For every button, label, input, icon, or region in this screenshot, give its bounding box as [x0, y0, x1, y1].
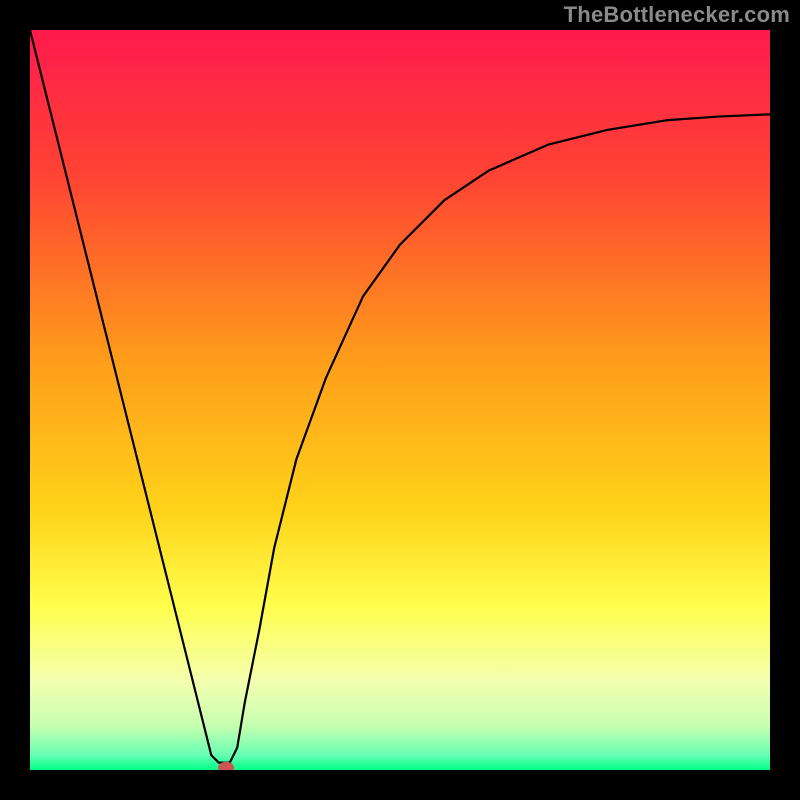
chart-frame: TheBottlenecker.com	[0, 0, 800, 800]
plot-area	[30, 30, 770, 770]
watermark-label: TheBottlenecker.com	[564, 2, 790, 28]
chart-svg	[30, 30, 770, 770]
gradient-background	[30, 30, 770, 770]
